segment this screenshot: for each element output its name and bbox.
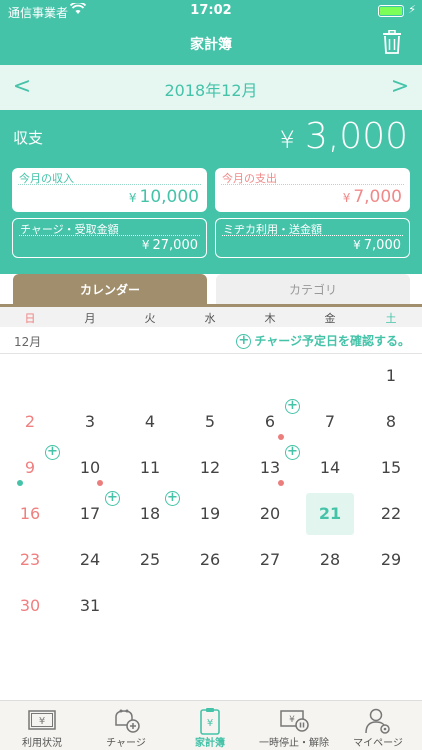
calendar-day[interactable]: 23 [0,539,60,585]
svg-text:¥: ¥ [207,718,213,729]
plus-icon: + [236,334,252,349]
tabbar-usage-label: 利用状況 [22,738,62,749]
expense-dot [278,434,284,440]
weekday-thu: 木 [264,312,276,325]
usage-value: ¥7,000 [353,238,401,253]
calendar-day[interactable]: 14 [300,447,360,493]
month-navigator: < 2018年12月 > [0,65,422,110]
tabbar-budget-book-label: 家計簿 [195,738,225,749]
charge-plus-icon[interactable]: + [105,491,120,506]
calendar-day[interactable]: 26 [180,539,240,585]
calendar-day[interactable]: 5 [180,401,240,447]
calendar-day[interactable]: 8 [361,401,421,447]
calendar-day[interactable]: 15 [361,447,421,493]
calendar-day[interactable]: 19 [180,493,240,539]
tabbar-mypage-label: マイページ [353,738,403,749]
tabbar-pause[interactable]: ¥ 一時停止・解除 [252,701,336,750]
calendar-day[interactable]: 2 [0,401,60,447]
expense-dot [278,480,284,486]
calendar-month-label: 12月 [14,335,42,349]
tab-calendar[interactable]: カレンダー [13,274,207,306]
calendar-day[interactable]: 27 [240,539,300,585]
trash-icon[interactable] [382,30,402,54]
battery-icon [378,5,404,17]
header: 家計簿 [0,22,422,65]
calendar-day[interactable]: 12 [180,447,240,493]
confirm-charge-schedule-link[interactable]: + チャージ予定日を確認する。 [236,332,410,349]
svg-text:¥: ¥ [289,715,295,725]
page-title: 家計簿 [190,37,232,53]
tabbar-mypage[interactable]: マイページ [336,701,420,750]
charge-plus-icon[interactable]: + [285,399,300,414]
usage-icon: ¥ [28,710,56,730]
svg-text:¥: ¥ [39,716,45,727]
calendar-subheader: 12月 + チャージ予定日を確認する。 [0,327,422,354]
tabbar-charge[interactable]: チャージ [84,701,168,750]
mypage-icon [365,708,390,734]
charge-plus-icon[interactable]: + [285,445,300,460]
balance-value: 3,000 [304,116,408,157]
income-box[interactable]: 今月の収入 ¥10,000 [12,168,207,212]
calendar-day[interactable]: 10 [60,447,120,493]
next-month-button[interactable]: > [388,74,412,99]
calendar-day[interactable]: 24 [60,539,120,585]
calendar-day[interactable]: 16 [0,493,60,539]
weekday-header: 日 月 火 水 木 金 土 [0,307,422,327]
calendar-day[interactable]: 20 [240,493,300,539]
tabbar-charge-label: チャージ [106,738,146,749]
calendar-grid: 1 2 3 4 5 6 7 8 9 10 11 12 13 14 15 16 1… [0,355,422,700]
tabbar-budget-book[interactable]: ¥ 家計簿 [168,701,252,750]
balance-label: 収支 [13,129,44,147]
expense-value: ¥7,000 [342,187,402,207]
charge-box[interactable]: チャージ・受取金額 ¥27,000 [12,218,207,258]
current-month: 2018年12月 [164,81,258,100]
top-bar: 通信事業者 17:02 ⚡ 家計簿 [0,0,422,65]
status-bar: 通信事業者 17:02 ⚡ [0,0,422,22]
calendar-day[interactable]: 29 [361,539,421,585]
weekday-mon: 月 [84,312,96,325]
tab-category[interactable]: カテゴリ [216,274,410,306]
weekday-fri: 金 [324,312,336,325]
budget-book-icon: ¥ [200,708,220,735]
calendar-day[interactable]: 22 [361,493,421,539]
weekday-tue: 火 [144,312,156,325]
summary-panel: 収支 ¥3,000 今月の収入 ¥10,000 今月の支出 ¥7,000 チャー… [0,110,422,274]
tabbar-pause-label: 一時停止・解除 [259,738,329,749]
usage-box[interactable]: ミヂカ利用・送金額 ¥7,000 [215,218,410,258]
calendar-day[interactable]: 3 [60,401,120,447]
expense-dot [97,480,103,486]
income-dot [17,480,23,486]
weekday-wed: 水 [204,312,216,325]
calendar-day[interactable]: 4 [120,401,180,447]
weekday-sat: 土 [385,312,397,325]
income-value: ¥10,000 [128,187,199,207]
calendar-day[interactable]: 25 [120,539,180,585]
status-time: 17:02 [190,3,232,18]
calendar-day[interactable]: 28 [300,539,360,585]
charge-value: ¥27,000 [141,238,198,253]
pause-icon: ¥ [280,710,309,732]
yen-symbol: ¥ [279,126,295,154]
charge-plus-icon[interactable]: + [45,445,60,460]
expense-box[interactable]: 今月の支出 ¥7,000 [215,168,410,212]
weekday-sun: 日 [24,312,36,325]
balance-total: ¥3,000 [280,116,408,157]
calendar-day[interactable]: 1 [361,355,421,401]
calendar-day[interactable]: 11 [120,447,180,493]
calendar-day[interactable]: 30 [0,585,60,631]
charge-plus-icon[interactable]: + [165,491,180,506]
calendar-day[interactable]: 7 [300,401,360,447]
calendar-day-today[interactable]: 21 [300,493,360,539]
view-tabs: カレンダー カテゴリ [0,274,422,306]
calendar-day[interactable]: 31 [60,585,120,631]
charging-icon: ⚡ [408,3,416,16]
bottom-tab-bar: ¥ 利用状況 チャージ ¥ 家計簿 ¥ 一時停止・解除 マイページ [0,700,422,750]
tabbar-usage[interactable]: ¥ 利用状況 [0,701,84,750]
charge-icon [115,709,140,733]
